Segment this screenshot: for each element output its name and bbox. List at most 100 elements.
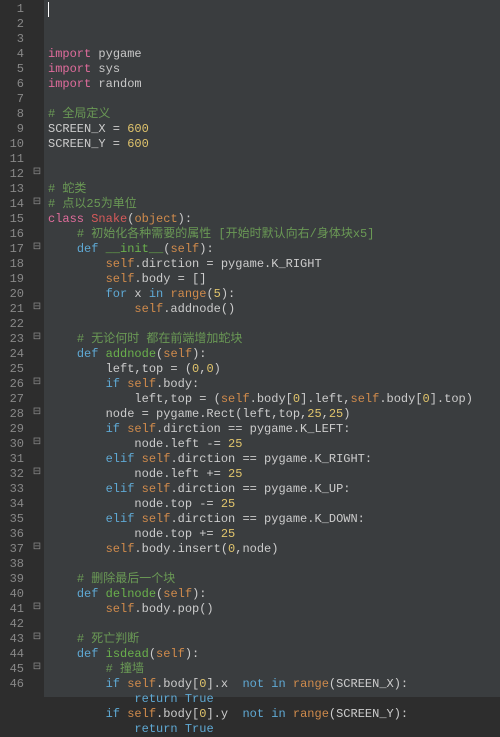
line-number: 1: [2, 2, 24, 17]
fold-marker[interactable]: ⊟: [30, 660, 44, 675]
fold-marker: [30, 315, 44, 330]
fold-marker[interactable]: ⊟: [30, 330, 44, 345]
fold-marker[interactable]: ⊟: [30, 195, 44, 210]
code-line[interactable]: # 死亡判断: [48, 632, 500, 647]
fold-marker[interactable]: ⊟: [30, 240, 44, 255]
code-line[interactable]: self.dirction = pygame.K_RIGHT: [48, 257, 500, 272]
code-line[interactable]: return True: [48, 692, 500, 707]
fold-marker: [30, 120, 44, 135]
line-number: 8: [2, 107, 24, 122]
fold-marker: [30, 225, 44, 240]
code-line[interactable]: [48, 557, 500, 572]
fold-marker: [30, 15, 44, 30]
fold-marker: [30, 210, 44, 225]
code-line[interactable]: self.addnode(): [48, 302, 500, 317]
code-line[interactable]: def addnode(self):: [48, 347, 500, 362]
code-line[interactable]: for x in range(5):: [48, 287, 500, 302]
code-line[interactable]: # 撞墙: [48, 662, 500, 677]
fold-marker[interactable]: ⊟: [30, 405, 44, 420]
line-number: 18: [2, 257, 24, 272]
line-number: 13: [2, 182, 24, 197]
code-line[interactable]: [48, 617, 500, 632]
line-number: 9: [2, 122, 24, 137]
line-number: 45: [2, 662, 24, 677]
code-line[interactable]: # 蛇类: [48, 182, 500, 197]
fold-marker: [30, 360, 44, 375]
fold-marker[interactable]: ⊟: [30, 540, 44, 555]
code-line[interactable]: if self.body[0].x not in range(SCREEN_X)…: [48, 677, 500, 692]
code-line[interactable]: node = pygame.Rect(left,top,25,25): [48, 407, 500, 422]
line-number: 6: [2, 77, 24, 92]
fold-marker[interactable]: ⊟: [30, 300, 44, 315]
code-line[interactable]: node.left -= 25: [48, 437, 500, 452]
line-number: 7: [2, 92, 24, 107]
line-number: 26: [2, 377, 24, 392]
code-line[interactable]: node.left += 25: [48, 467, 500, 482]
fold-marker[interactable]: ⊟: [30, 435, 44, 450]
fold-marker: [30, 555, 44, 570]
code-line[interactable]: [48, 167, 500, 182]
code-line[interactable]: if self.body:: [48, 377, 500, 392]
code-line[interactable]: SCREEN_Y = 600: [48, 137, 500, 152]
line-number: 27: [2, 392, 24, 407]
fold-marker[interactable]: ⊟: [30, 600, 44, 615]
fold-marker: [30, 150, 44, 165]
code-line[interactable]: self.body.pop(): [48, 602, 500, 617]
line-number: 21: [2, 302, 24, 317]
code-line[interactable]: import random: [48, 77, 500, 92]
code-line[interactable]: def __init__(self):: [48, 242, 500, 257]
fold-marker: [30, 495, 44, 510]
code-line[interactable]: # 初始化各种需要的属性 [开始时默认向右/身体块x5]: [48, 227, 500, 242]
code-line[interactable]: left,top = (0,0): [48, 362, 500, 377]
code-line[interactable]: import sys: [48, 62, 500, 77]
line-number: 12: [2, 167, 24, 182]
line-number: 16: [2, 227, 24, 242]
line-number: 33: [2, 482, 24, 497]
code-line[interactable]: if self.dirction == pygame.K_LEFT:: [48, 422, 500, 437]
fold-marker: [30, 90, 44, 105]
fold-marker[interactable]: ⊟: [30, 465, 44, 480]
code-line[interactable]: # 全局定义: [48, 107, 500, 122]
code-line[interactable]: def delnode(self):: [48, 587, 500, 602]
fold-marker: [30, 570, 44, 585]
line-number: 29: [2, 422, 24, 437]
code-line[interactable]: [48, 317, 500, 332]
code-line[interactable]: import pygame: [48, 47, 500, 62]
code-area[interactable]: import pygameimport sysimport random # 全局…: [44, 0, 500, 697]
code-line[interactable]: elif self.dirction == pygame.K_UP:: [48, 482, 500, 497]
code-line[interactable]: [48, 92, 500, 107]
code-line[interactable]: node.top += 25: [48, 527, 500, 542]
code-line[interactable]: SCREEN_X = 600: [48, 122, 500, 137]
fold-marker: [30, 30, 44, 45]
fold-marker: [30, 585, 44, 600]
line-number: 24: [2, 347, 24, 362]
code-line[interactable]: left,top = (self.body[0].left,self.body[…: [48, 392, 500, 407]
code-line[interactable]: class Snake(object):: [48, 212, 500, 227]
code-line[interactable]: # 删除最后一个块: [48, 572, 500, 587]
line-number: 17: [2, 242, 24, 257]
code-line[interactable]: node.top -= 25: [48, 497, 500, 512]
fold-marker: [30, 75, 44, 90]
code-line[interactable]: # 点以25为单位: [48, 197, 500, 212]
code-editor[interactable]: 1234567891011121314151617181920212223242…: [0, 0, 500, 697]
fold-marker[interactable]: ⊟: [30, 375, 44, 390]
code-line[interactable]: elif self.dirction == pygame.K_RIGHT:: [48, 452, 500, 467]
code-line[interactable]: return True: [48, 722, 500, 737]
fold-marker[interactable]: ⊟: [30, 630, 44, 645]
line-number: 38: [2, 557, 24, 572]
fold-gutter[interactable]: ⊟ ⊟ ⊟ ⊟ ⊟ ⊟ ⊟ ⊟ ⊟ ⊟ ⊟ ⊟ ⊟: [30, 0, 44, 697]
line-number: 22: [2, 317, 24, 332]
line-number: 2: [2, 17, 24, 32]
fold-marker: [30, 255, 44, 270]
line-number: 34: [2, 497, 24, 512]
fold-marker[interactable]: ⊟: [30, 165, 44, 180]
code-line[interactable]: def isdead(self):: [48, 647, 500, 662]
code-line[interactable]: self.body.insert(0,node): [48, 542, 500, 557]
code-line[interactable]: self.body = []: [48, 272, 500, 287]
code-line[interactable]: # 无论何时 都在前端增加蛇块: [48, 332, 500, 347]
code-line[interactable]: elif self.dirction == pygame.K_DOWN:: [48, 512, 500, 527]
fold-marker: [30, 675, 44, 690]
fold-marker: [30, 45, 44, 60]
code-line[interactable]: if self.body[0].y not in range(SCREEN_Y)…: [48, 707, 500, 722]
code-line[interactable]: [48, 152, 500, 167]
